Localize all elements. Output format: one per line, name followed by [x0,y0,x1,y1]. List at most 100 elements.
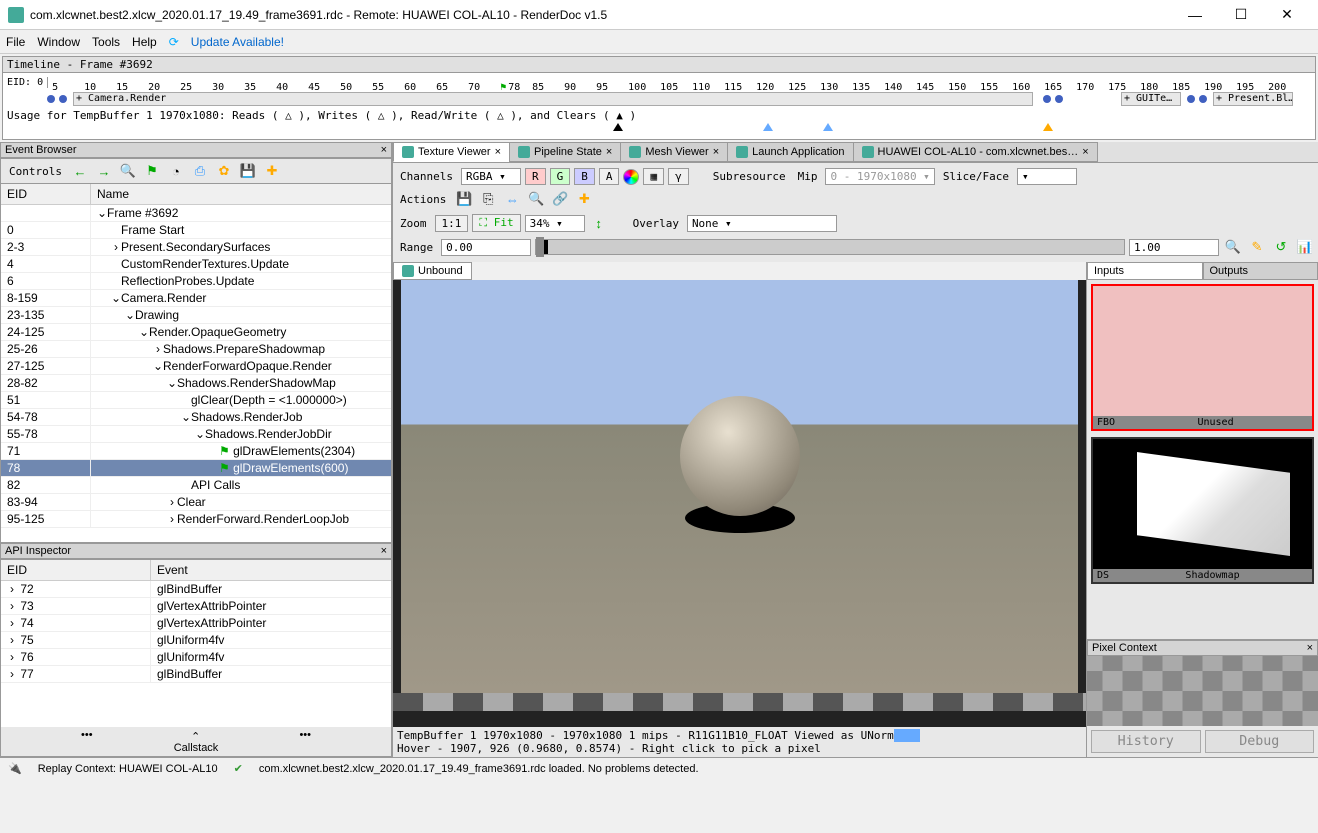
zoom-range-icon[interactable]: 🔍 [1223,237,1243,257]
link-icon[interactable]: 🔗 [550,189,570,209]
close-icon[interactable]: × [713,146,719,158]
event-row[interactable]: 71⚑ glDrawElements(2304) [1,443,391,460]
api-row[interactable]: › 75glUniform4fv [1,632,391,649]
api-row[interactable]: › 76glUniform4fv [1,649,391,666]
api-row[interactable]: › 72glBindBuffer [1,581,391,598]
save-icon[interactable]: 💾 [238,161,258,181]
api-list[interactable]: › 72glBindBuffer› 73glVertexAttribPointe… [1,581,391,727]
zoom-11-button[interactable]: 1:1 [435,215,469,232]
event-row[interactable]: 4CustomRenderTextures.Update [1,256,391,273]
plugin-icon[interactable]: ✚ [262,161,282,181]
pixel-context-view[interactable] [1087,656,1318,726]
event-row[interactable]: 78⚑ glDrawElements(600) [1,460,391,477]
copy-icon[interactable]: ⎘ [478,189,498,209]
zoom-select[interactable]: 34% ▾ [525,215,585,232]
menu-tools[interactable]: Tools [92,35,120,49]
event-row[interactable]: 95-125›RenderForward.RenderLoopJob [1,511,391,528]
reset-icon[interactable]: ↺ [1271,237,1291,257]
inputs-tab[interactable]: Inputs [1087,262,1203,280]
mip-select[interactable]: 0 - 1970x1080 ▾ [825,168,934,185]
debug-button[interactable]: Debug [1205,730,1315,753]
color-wheel-icon[interactable] [623,169,639,185]
thumbnail-list[interactable]: FBOUnused DSShadowmap [1087,280,1318,639]
slice-select[interactable]: ▾ [1017,168,1077,185]
tab-remote[interactable]: HUAWEI COL-AL10 - com.xlcwnet.bes…× [853,142,1098,162]
channel-g[interactable]: G [550,168,571,185]
api-row[interactable]: › 77glBindBuffer [1,666,391,683]
channel-r[interactable]: R [525,168,546,185]
flag-icon[interactable]: ⚑ [142,161,162,181]
find-icon[interactable]: 🔍 [118,161,138,181]
event-row[interactable]: 0Frame Start [1,222,391,239]
range-high-input[interactable] [1129,239,1219,256]
tab-mesh-viewer[interactable]: Mesh Viewer× [620,142,728,162]
event-row[interactable]: 83-94›Clear [1,494,391,511]
event-row[interactable]: 8-159⌄Camera.Render [1,290,391,307]
event-list[interactable]: ⌄Frame #36920Frame Start2-3›Present.Seco… [1,205,391,542]
event-row[interactable]: 23-135⌄Drawing [1,307,391,324]
event-row[interactable]: 54-78⌄Shadows.RenderJob [1,409,391,426]
thumbnail-ds[interactable]: DSShadowmap [1091,437,1314,584]
api-row[interactable]: › 73glVertexAttribPointer [1,598,391,615]
refresh-icon[interactable]: ⟳ [169,35,179,49]
event-row[interactable]: 51glClear(Depth = <1.000000>) [1,392,391,409]
range-slider[interactable] [535,239,1125,255]
event-row[interactable]: 6ReflectionProbes.Update [1,273,391,290]
flip-icon[interactable]: ↕ [589,213,609,233]
segment-present[interactable]: + Present.Bl… [1213,92,1293,106]
event-row[interactable]: 27-125⌄RenderForwardOpaque.Render [1,358,391,375]
timer-icon[interactable]: ◔ [166,161,186,181]
wand-icon[interactable]: ✎ [1247,237,1267,257]
tab-pipeline-state[interactable]: Pipeline State× [509,142,621,162]
tab-texture-viewer[interactable]: Texture Viewer× [393,142,510,162]
event-row[interactable]: 2-3›Present.SecondarySurfaces [1,239,391,256]
timeline-bar[interactable]: + Camera.Render + GUITe… + Present.Bl… [3,91,1315,107]
menu-window[interactable]: Window [37,35,80,49]
event-row[interactable]: 28-82⌄Shadows.RenderShadowMap [1,375,391,392]
close-button[interactable]: ✕ [1264,6,1310,23]
channel-b[interactable]: B [574,168,595,185]
maximize-button[interactable]: ☐ [1218,6,1264,23]
save-icon[interactable]: 💾 [454,189,474,209]
texture-viewport[interactable] [393,280,1086,727]
event-row[interactable]: 25-26›Shadows.PrepareShadowmap [1,341,391,358]
menu-file[interactable]: File [6,35,25,49]
close-icon[interactable]: × [381,144,387,156]
history-button[interactable]: History [1091,730,1201,753]
goto-icon[interactable]: ⇔ [502,189,522,209]
tab-launch-application[interactable]: Launch Application [727,142,853,162]
checker-icon[interactable]: ▦ [643,168,664,185]
update-link[interactable]: Update Available! [191,35,284,49]
channel-a[interactable]: A [599,168,620,185]
close-icon[interactable]: × [495,146,501,158]
outputs-tab[interactable]: Outputs [1203,262,1318,280]
bookmark-icon[interactable]: ⎙ [190,161,210,181]
close-icon[interactable]: × [606,146,612,158]
close-icon[interactable]: × [381,545,387,557]
close-icon[interactable]: × [1082,146,1088,158]
callstack-toggle[interactable]: ⌄ Callstack [1,727,391,756]
find-icon[interactable]: 🔍 [526,189,546,209]
range-low-input[interactable] [441,239,531,256]
gamma-button[interactable]: γ [668,168,689,185]
menu-help[interactable]: Help [132,35,157,49]
channels-select[interactable]: RGBA ▾ [461,168,521,185]
fit-button[interactable]: ⛶ Fit [472,214,520,232]
api-row[interactable]: › 74glVertexAttribPointer [1,615,391,632]
event-row[interactable]: 82API Calls [1,477,391,494]
event-row[interactable]: 24-125⌄Render.OpaqueGeometry [1,324,391,341]
event-row[interactable]: 55-78⌄Shadows.RenderJobDir [1,426,391,443]
histogram-icon[interactable]: 📊 [1295,237,1315,257]
close-icon[interactable]: × [1307,642,1313,654]
thumbnail-fbo[interactable]: FBOUnused [1091,284,1314,431]
segment-camera[interactable]: + Camera.Render [73,92,1033,106]
event-row[interactable]: ⌄Frame #3692 [1,205,391,222]
next-button[interactable]: → [94,161,114,181]
unbound-tab[interactable]: Unbound [393,262,472,280]
minimize-button[interactable]: — [1172,7,1218,23]
gear-icon[interactable]: ✿ [214,161,234,181]
overlay-select[interactable]: None ▾ [687,215,837,232]
plugin-icon[interactable]: ✚ [574,189,594,209]
segment-guite[interactable]: + GUITe… [1121,92,1181,106]
prev-button[interactable]: ← [70,161,90,181]
